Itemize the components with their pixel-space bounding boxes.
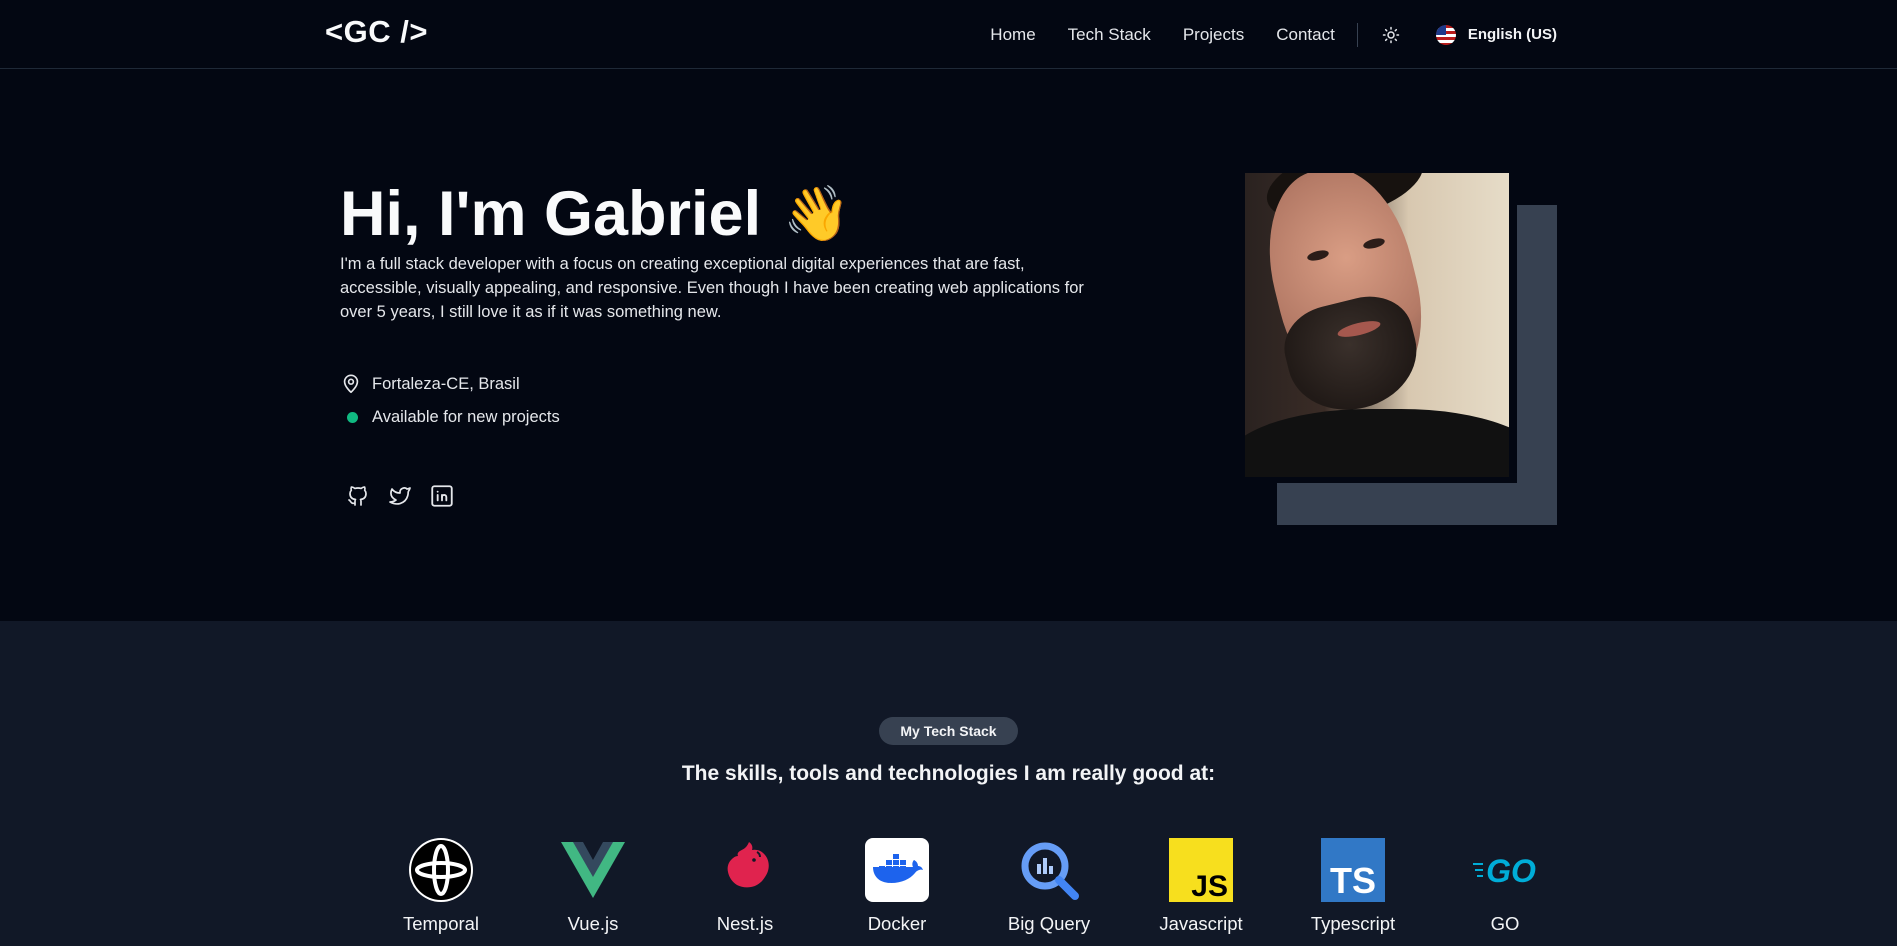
twitter-link[interactable] xyxy=(386,482,414,510)
tech-label: GO xyxy=(1490,913,1520,934)
hero-section: Hi, I'm Gabriel 👋 I'm a full stack devel… xyxy=(0,70,1897,621)
status-dot xyxy=(347,411,358,423)
us-flag-icon xyxy=(1435,24,1456,45)
main-nav: Home Tech Stack Projects Contact English… xyxy=(990,0,1557,69)
temporal-icon xyxy=(409,838,473,902)
twitter-icon xyxy=(389,487,411,505)
language-label: English (US) xyxy=(1467,26,1557,43)
tech-item-bigquery: Big Query xyxy=(973,837,1125,935)
nav-home[interactable]: Home xyxy=(990,25,1035,45)
nestjs-icon xyxy=(727,842,769,888)
tech-item-go: GO GO xyxy=(1429,837,1581,935)
nav-projects[interactable]: Projects xyxy=(1183,25,1244,45)
availability-text: Available for new projects xyxy=(372,407,560,426)
typescript-icon: TS xyxy=(1321,838,1385,902)
nav-tech-stack[interactable]: Tech Stack xyxy=(1068,25,1151,45)
github-link[interactable] xyxy=(344,482,372,510)
vuejs-icon xyxy=(561,842,625,898)
map-pin-icon xyxy=(343,374,359,394)
tech-stack-badge: My Tech Stack xyxy=(879,717,1018,745)
linkedin-icon xyxy=(431,485,453,507)
availability-row: Available for new projects xyxy=(340,405,560,429)
tech-item-docker: Docker xyxy=(821,837,973,935)
tech-item-typescript: TS Typescript xyxy=(1277,837,1429,935)
svg-text:TS: TS xyxy=(1330,860,1376,901)
tech-stack-subtitle: The skills, tools and technologies I am … xyxy=(681,762,1216,785)
tech-label: Vue.js xyxy=(567,913,619,934)
language-selector[interactable]: English (US) xyxy=(1435,24,1557,45)
hero-description: I'm a full stack developer with a focus … xyxy=(340,255,1084,321)
hero-title-text: Hi, I'm Gabriel xyxy=(340,179,762,249)
nav-contact[interactable]: Contact xyxy=(1276,25,1335,45)
tech-stack-section: My Tech Stack The skills, tools and tech… xyxy=(0,621,1897,946)
linkedin-link[interactable] xyxy=(428,482,456,510)
docker-icon xyxy=(865,838,929,902)
bigquery-icon xyxy=(1021,842,1079,900)
tech-label: Temporal xyxy=(402,913,480,934)
location-row: Fortaleza-CE, Brasil xyxy=(340,372,520,396)
waving-hand-icon: 👋 xyxy=(783,183,851,244)
tech-label: Javascript xyxy=(1159,913,1243,934)
tech-item-temporal: Temporal xyxy=(365,837,517,935)
tech-label: Big Query xyxy=(1007,913,1091,934)
svg-text:GO: GO xyxy=(1486,853,1536,889)
go-icon: GO xyxy=(1473,853,1536,889)
site-logo[interactable]: <GC /> xyxy=(325,14,428,50)
tech-list: Temporal Vue.js Nest.js Docker Big Query… xyxy=(365,837,1581,935)
social-links xyxy=(344,482,470,510)
tech-item-vuejs: Vue.js xyxy=(517,837,669,935)
javascript-icon: JS xyxy=(1169,838,1233,902)
svg-text:JS: JS xyxy=(1191,870,1228,902)
tech-item-nestjs: Nest.js xyxy=(669,837,821,935)
location-text: Fortaleza-CE, Brasil xyxy=(372,374,520,393)
sun-icon xyxy=(1382,26,1400,43)
tech-item-javascript: JS Javascript xyxy=(1125,837,1277,935)
tech-label: Typescript xyxy=(1310,913,1396,934)
nav-divider xyxy=(1356,22,1358,47)
hero-title: Hi, I'm Gabriel 👋 xyxy=(340,178,850,250)
github-icon xyxy=(348,486,367,506)
theme-toggle-button[interactable] xyxy=(1380,24,1402,46)
site-header: <GC /> Home Tech Stack Projects Contact … xyxy=(0,0,1897,69)
tech-label: Docker xyxy=(867,913,927,934)
tech-label: Nest.js xyxy=(716,913,774,934)
profile-photo xyxy=(1245,173,1509,477)
